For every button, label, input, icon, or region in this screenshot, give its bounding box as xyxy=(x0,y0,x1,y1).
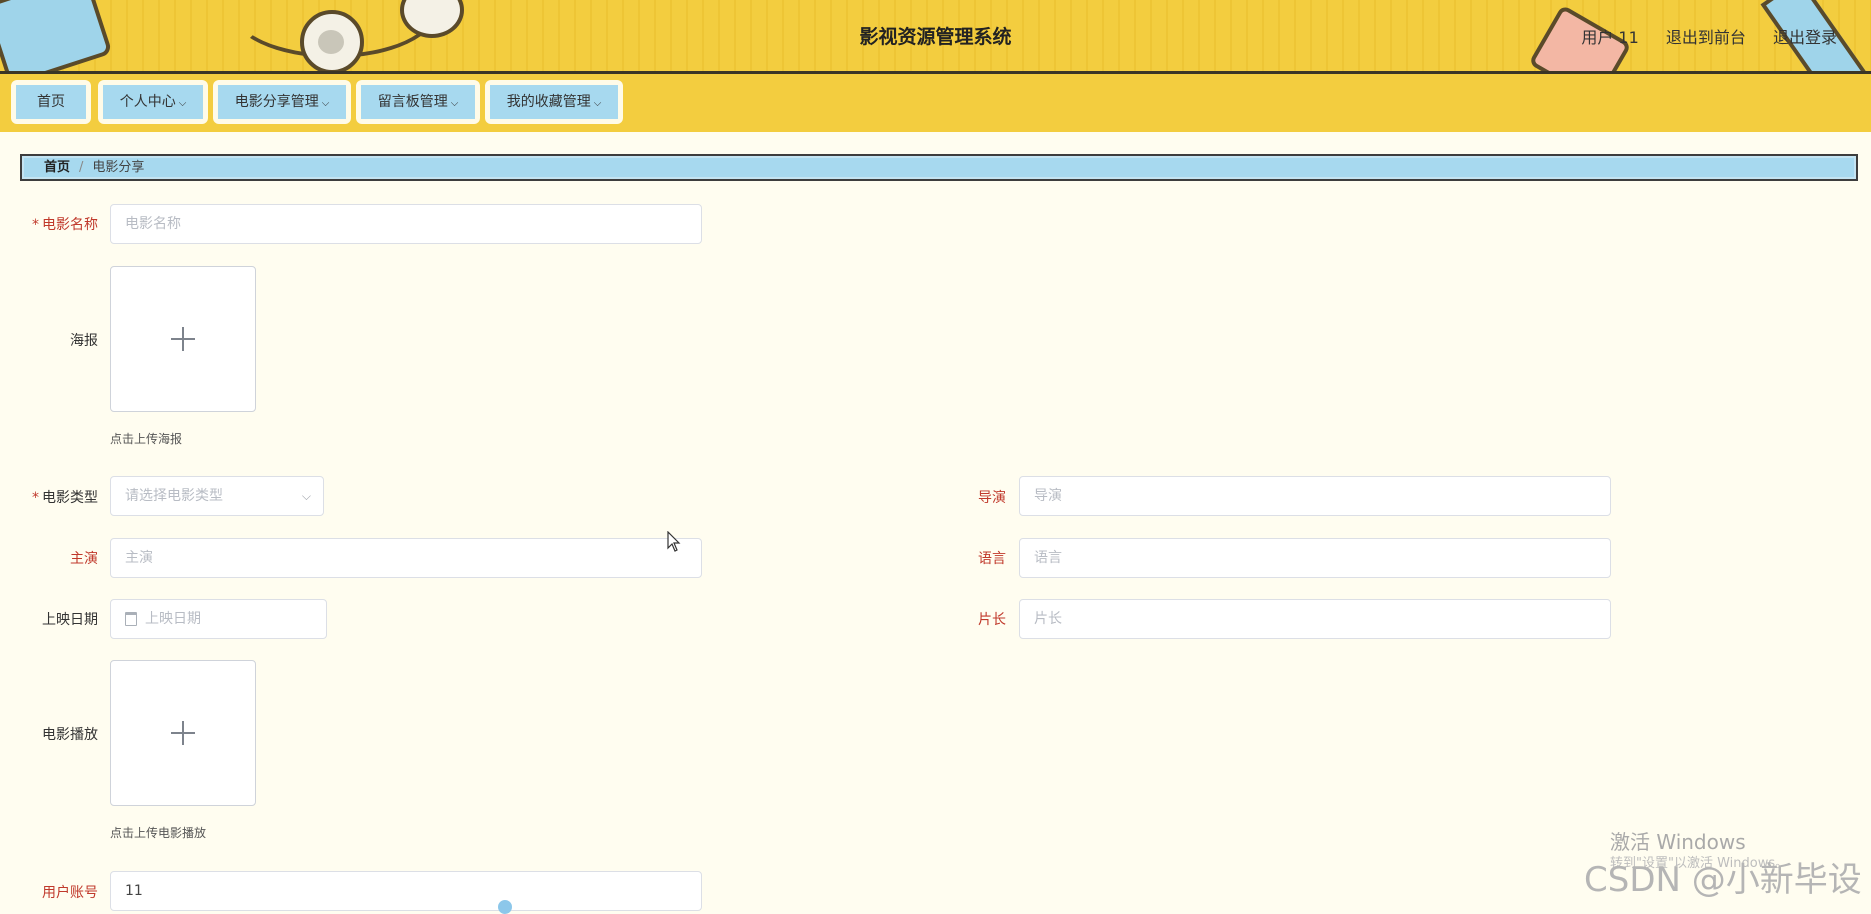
movie-play-label: 电影播放 xyxy=(42,727,98,743)
chevron-down-icon: ⌵ xyxy=(178,98,187,109)
movie-name-label: * 电影名称 xyxy=(32,217,98,233)
nav-item-home[interactable]: 首页 xyxy=(11,80,91,124)
nav-item-movie-share[interactable]: 电影分享管理 ⌵ xyxy=(213,80,351,124)
back-to-front-link[interactable]: 退出到前台 xyxy=(1666,28,1746,47)
required-icon: * xyxy=(32,490,39,506)
movie-play-upload[interactable] xyxy=(110,660,256,806)
breadcrumb-home[interactable]: 首页 xyxy=(44,160,70,175)
nav-label: 个人中心 xyxy=(119,94,176,110)
breadcrumb: 首页 / 电影分享 xyxy=(20,154,1858,181)
poster-upload-hint: 点击上传海报 xyxy=(110,432,183,446)
nav-label: 首页 xyxy=(16,85,86,119)
movie-name-input[interactable]: 电影名称 xyxy=(110,204,702,244)
nav-label: 我的收藏管理 xyxy=(506,94,591,110)
csdn-watermark: CSDN @小新毕设 xyxy=(1584,860,1862,900)
breadcrumb-current: 电影分享 xyxy=(92,160,145,175)
logout-link[interactable]: 退出登录 xyxy=(1773,28,1837,47)
poster-upload[interactable] xyxy=(110,266,256,412)
nav-label: 电影分享管理 xyxy=(234,94,319,110)
movie-type-select[interactable]: 请选择电影类型 ⌵ xyxy=(110,476,324,516)
language-input[interactable]: 语言 xyxy=(1019,538,1611,578)
lead-actor-label: 主演 xyxy=(70,551,98,567)
user-account-label: 用户账号 xyxy=(42,885,98,901)
mouse-cursor-icon xyxy=(667,530,681,557)
director-input[interactable]: 导演 xyxy=(1019,476,1611,516)
top-header: 影视资源管理系统 用户 11 退出到前台 退出登录 xyxy=(0,0,1871,74)
language-label: 语言 xyxy=(978,551,1006,567)
director-label: 导演 xyxy=(978,490,1006,506)
release-date-picker[interactable]: 上映日期 xyxy=(110,599,327,639)
release-date-label: 上映日期 xyxy=(42,612,98,628)
chevron-down-icon: ⌵ xyxy=(321,98,330,109)
chevron-down-icon: ⌵ xyxy=(450,98,459,109)
nav-item-favorites[interactable]: 我的收藏管理 ⌵ xyxy=(485,80,623,124)
nav-label: 留言板管理 xyxy=(377,94,448,110)
calendar-icon xyxy=(125,612,137,626)
lead-actor-input[interactable]: 主演 xyxy=(110,538,702,578)
user-account-input[interactable]: 11 xyxy=(110,871,702,911)
chevron-down-icon: ⌵ xyxy=(301,489,311,503)
current-user[interactable]: 用户 11 xyxy=(1581,28,1638,47)
duration-input[interactable]: 片长 xyxy=(1019,599,1611,639)
poster-label: 海报 xyxy=(70,333,98,349)
scroll-indicator[interactable] xyxy=(498,900,512,914)
movie-type-label: * 电影类型 xyxy=(32,490,98,506)
movie-play-upload-hint: 点击上传电影播放 xyxy=(110,826,207,840)
windows-activation-watermark: 激活 Windows xyxy=(1610,830,1746,854)
nav-item-personal-center[interactable]: 个人中心 ⌵ xyxy=(98,80,208,124)
movie-type-placeholder: 请选择电影类型 xyxy=(125,488,223,504)
release-date-placeholder: 上映日期 xyxy=(145,611,201,627)
breadcrumb-separator: / xyxy=(79,160,84,175)
header-actions: 用户 11 退出到前台 退出登录 xyxy=(1559,24,1837,48)
nav-item-message-board[interactable]: 留言板管理 ⌵ xyxy=(356,80,480,124)
duration-label: 片长 xyxy=(978,612,1006,628)
required-icon: * xyxy=(32,217,39,233)
main-nav: 首页 个人中心 ⌵ 电影分享管理 ⌵ 留言板管理 ⌵ 我的收藏管理 ⌵ xyxy=(0,74,1871,132)
chevron-down-icon: ⌵ xyxy=(593,98,602,109)
